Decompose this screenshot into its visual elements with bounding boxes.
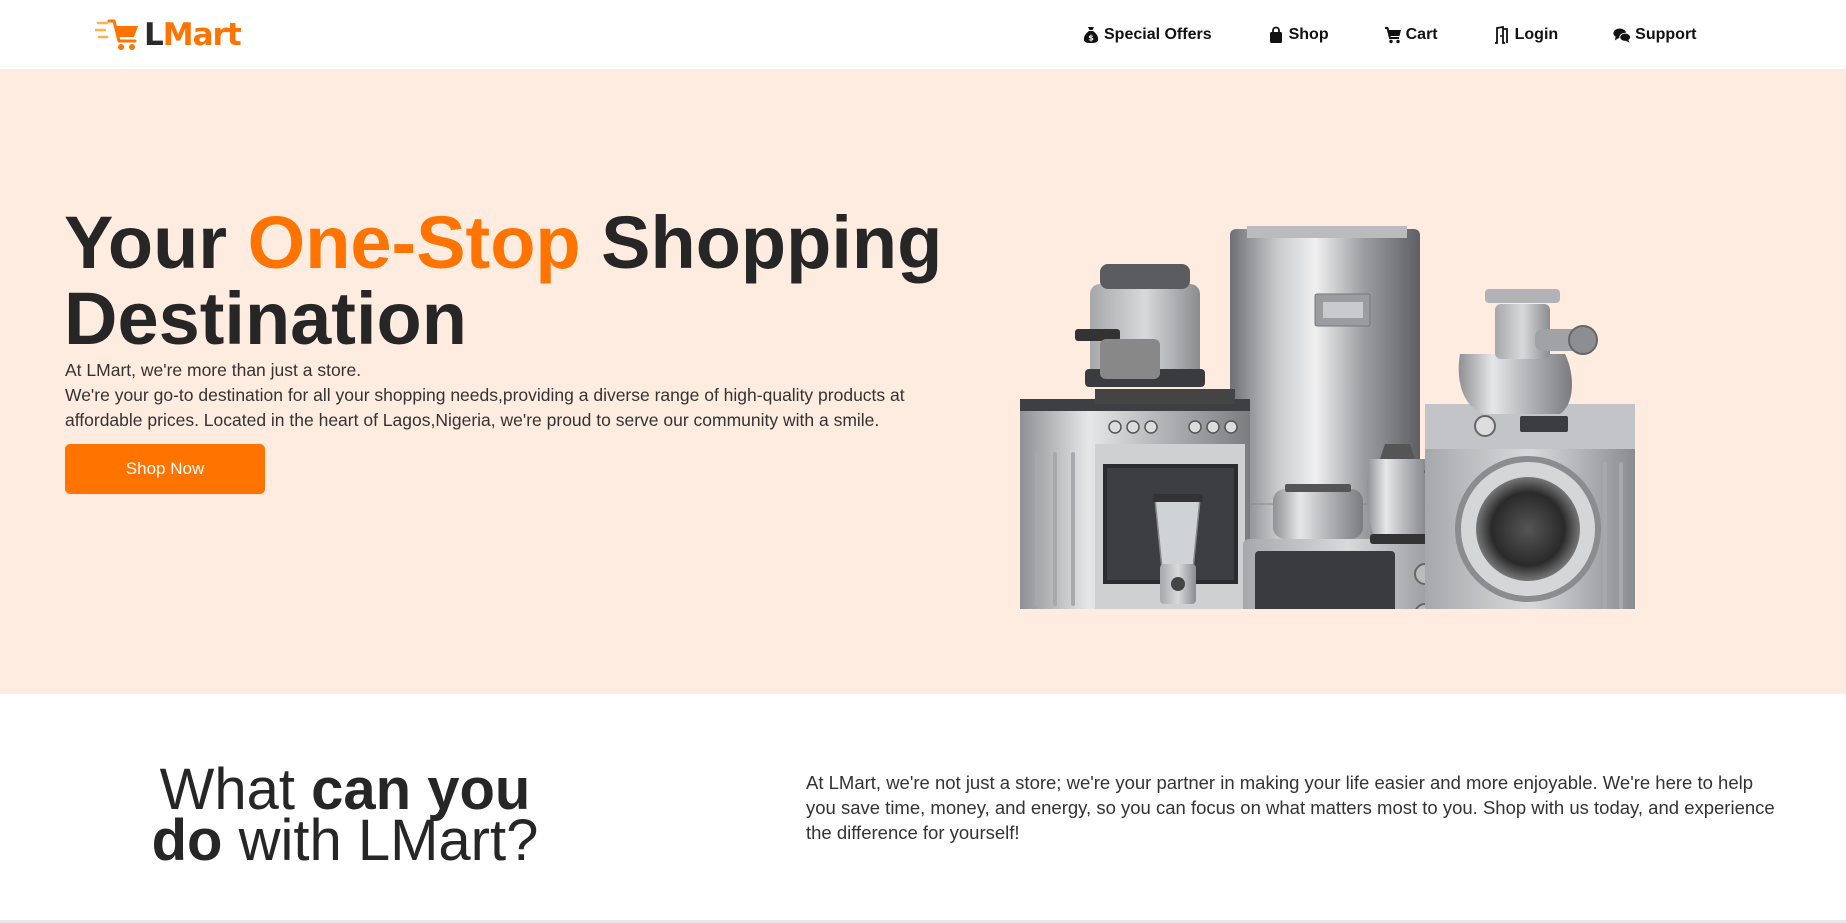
money-bag-icon: $ <box>1083 27 1099 43</box>
main-nav: $ Special Offers Shop Cart Login Support <box>1082 24 1697 46</box>
logo-text-suffix: Mart <box>162 17 242 53</box>
door-icon <box>1494 26 1508 44</box>
hero-title-part1: Your <box>64 201 248 284</box>
about-description: At LMart, we're not just a store; we're … <box>806 772 1775 843</box>
nav-cart-label: Cart <box>1405 26 1438 43</box>
hero-line-2: We're your go-to destination for all you… <box>65 385 905 430</box>
about-title-bold-2: do <box>151 808 223 873</box>
nav-shop[interactable]: Shop <box>1267 24 1329 46</box>
hero-description: At LMart, we're more than just a store. … <box>65 358 925 433</box>
nav-support[interactable]: Support <box>1613 24 1697 46</box>
nav-login[interactable]: Login <box>1493 24 1559 46</box>
logo-text: LMart <box>144 17 242 53</box>
cart-logo-icon <box>95 19 138 50</box>
nav-shop-label: Shop <box>1288 26 1329 43</box>
chat-bubbles-icon <box>1613 28 1632 43</box>
hero-title-accent: One-Stop <box>247 201 581 284</box>
logo[interactable]: LMart <box>95 17 242 53</box>
shop-now-button[interactable]: Shop Now <box>65 444 265 494</box>
hero-line-1: At LMart, we're more than just a store. <box>65 360 362 380</box>
about-title: What can you do with LMart? <box>95 761 595 870</box>
hero-title: Your One-Stop Shopping Destination <box>64 205 964 357</box>
svg-text:$: $ <box>1088 34 1094 43</box>
home-appliances-image <box>1020 226 1635 609</box>
logo-text-prefix: L <box>144 17 164 53</box>
navbar: LMart $ Special Offers Shop Cart Login S… <box>0 0 1846 69</box>
nav-special-offers-label: Special Offers <box>1104 26 1212 43</box>
about-section: What can you do with LMart? At LMart, we'… <box>0 694 1846 923</box>
nav-cart[interactable]: Cart <box>1384 24 1438 46</box>
nav-special-offers[interactable]: $ Special Offers <box>1082 24 1212 46</box>
about-title-light-2: with LMart? <box>222 808 539 873</box>
shopping-bag-icon <box>1269 26 1282 43</box>
nav-support-label: Support <box>1635 26 1697 43</box>
hero-section: Your One-Stop Shopping Destination At LM… <box>0 69 1846 694</box>
cart-icon <box>1384 27 1401 44</box>
nav-login-label: Login <box>1514 26 1559 43</box>
